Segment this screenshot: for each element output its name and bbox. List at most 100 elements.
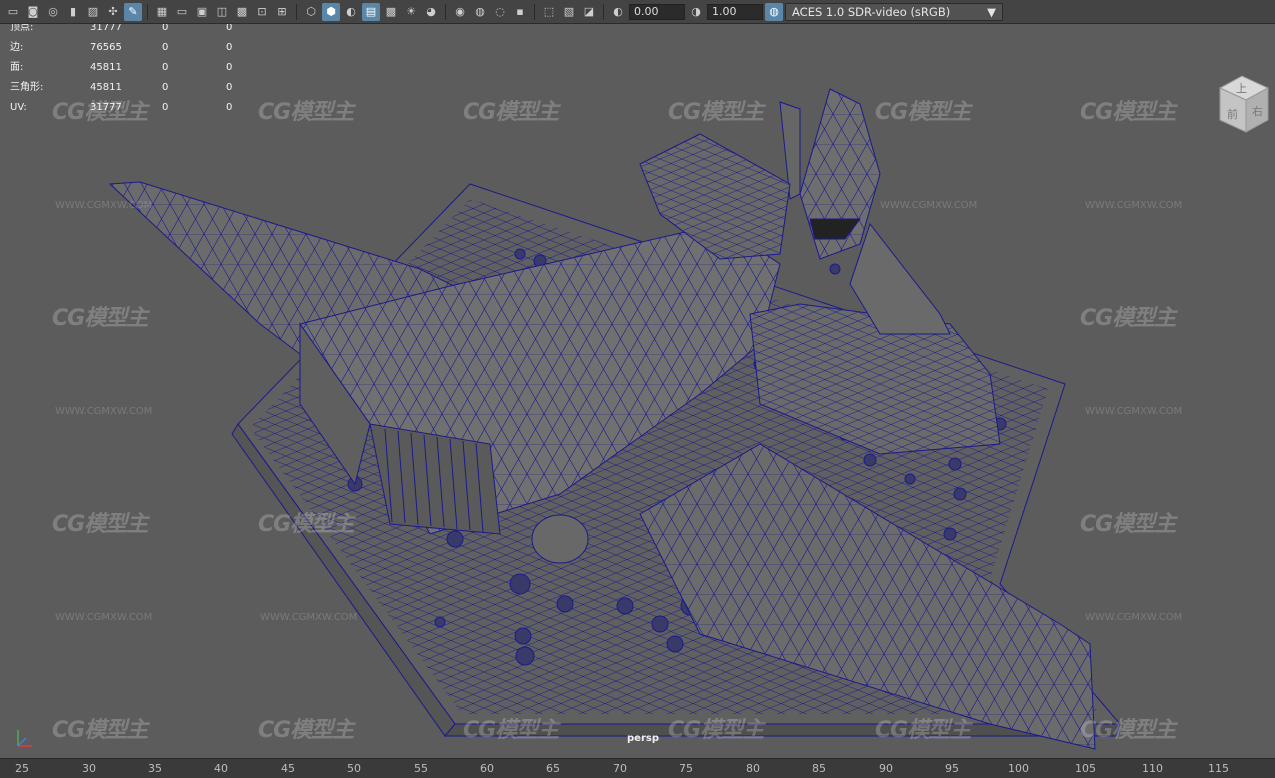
hud-value: 0 [226,62,233,73]
xray-active-icon[interactable]: ◪ [580,3,598,21]
hud-value: 0 [226,102,233,113]
poly-count-hud: 顶点: 31777 0 0 边: 76565 0 0 面: 45811 0 0 … [10,24,266,118]
gamma-field[interactable]: 1.00 [707,3,763,20]
camera-select-icon[interactable]: ▭ [4,3,22,21]
film-gate-icon[interactable]: ▭ [173,3,191,21]
field-chart-icon[interactable]: ▩ [233,3,251,21]
hud-value: 0 [162,42,169,53]
3d-viewport[interactable]: CG模型主 CG模型主 CG模型主 CG模型主 CG模型主 CG模型主 CG模型… [0,24,1275,758]
watermark-logo: CG模型主 [668,100,764,125]
watermark-logo: CG模型主 [875,100,971,125]
xray-joints-icon[interactable]: ▧ [560,3,578,21]
grid-icon[interactable]: ▦ [153,3,171,21]
frame-tick: 115 [1208,762,1229,775]
ambient-occlusion-icon[interactable]: ◕ [422,3,440,21]
frame-tick: 95 [945,762,959,775]
shadows-icon[interactable]: ☀ [402,3,420,21]
textured-icon[interactable]: ▤ [362,2,380,21]
watermark-url: WWW.CGMXW.COM [55,406,153,417]
toolbar-divider [534,3,535,20]
viewcube-right-label: 右 [1252,104,1263,118]
frame-tick: 50 [347,762,361,775]
hud-value: 45811 [90,62,122,73]
exposure-icon[interactable]: ◐ [609,3,627,21]
frame-tick: 55 [414,762,428,775]
watermark-logo: CG模型主 [463,718,559,743]
grid-2d-icon[interactable]: ✣ [104,3,122,21]
colorspace-dropdown[interactable]: ACES 1.0 SDR-video (sRGB) ▼ [785,2,1003,21]
hud-label: UV: [10,102,27,113]
hud-row-edges: 边: 76565 0 0 [10,38,266,58]
watermark-url: WWW.CGMXW.COM [1085,200,1183,211]
camera-attributes-icon[interactable]: ◎ [44,3,62,21]
safe-title-icon[interactable]: ⊞ [273,3,291,21]
wireframe-icon[interactable]: ⬡ [302,3,320,21]
watermark-logo: CG模型主 [52,306,148,331]
grease-pencil-icon[interactable]: ✎ [124,2,142,21]
chevron-down-icon: ▼ [987,4,996,19]
hud-value: 31777 [90,102,122,113]
viewcube-front-label: 前 [1227,107,1238,121]
frame-tick: 65 [546,762,560,775]
hud-value: 31777 [90,24,122,33]
hud-value: 0 [162,102,169,113]
hud-label: 边: [10,42,24,53]
viewcube-top-label: 上 [1236,82,1247,95]
watermark-logo: CG模型主 [1080,512,1176,537]
bookmark-icon[interactable]: ▮ [64,3,82,21]
model-wireframe-render [108,88,1122,750]
smooth-shade-icon[interactable]: ⬢ [322,2,340,21]
hud-label: 顶点: [10,24,34,33]
xray-icon[interactable]: ⬚ [540,3,558,21]
hud-label: 三角形: [10,82,44,93]
axis-gizmo-icon [10,724,40,758]
frame-tick: 85 [812,762,826,775]
watermark-logo: CG模型主 [258,512,354,537]
toolbar-divider [445,3,446,20]
gate-mask-icon[interactable]: ◫ [213,3,231,21]
watermark-url: WWW.CGMXW.COM [1085,612,1183,623]
watermark-logo: CG模型主 [463,100,559,125]
use-lights-icon[interactable]: ▩ [382,3,400,21]
watermark-url: WWW.CGMXW.COM [55,200,153,211]
hud-value: 45811 [90,82,122,93]
camera-label: persp [627,733,659,744]
hud-value: 0 [162,24,169,33]
watermark-logo: CG模型主 [52,718,148,743]
watermark-url: WWW.CGMXW.COM [880,200,978,211]
anti-alias-icon[interactable]: ◍ [471,3,489,21]
frame-tick: 100 [1008,762,1029,775]
hud-value: 0 [162,82,169,93]
image-plane-icon[interactable]: ▨ [84,3,102,21]
frame-tick: 80 [746,762,760,775]
frame-tick: 60 [480,762,494,775]
isolate-select-icon[interactable]: ▪ [511,3,529,21]
time-slider[interactable]: 25 30 35 40 45 50 55 60 65 70 75 80 85 9… [0,758,1275,778]
frame-tick: 45 [281,762,295,775]
hud-row-uvs: UV: 31777 0 0 [10,98,266,118]
camera-lock-icon[interactable]: ◙ [24,3,42,21]
watermark-logo: CG模型主 [1080,306,1176,331]
color-management-icon[interactable]: ◍ [765,2,783,21]
frame-tick: 105 [1075,762,1096,775]
hud-value: 76565 [90,42,122,53]
gamma-icon[interactable]: ◑ [687,3,705,21]
watermark-logo: CG模型主 [258,100,354,125]
motion-blur-icon[interactable]: ◉ [451,3,469,21]
watermark-logo: CG模型主 [875,718,971,743]
frame-tick: 75 [679,762,693,775]
resolution-gate-icon[interactable]: ▣ [193,3,211,21]
depth-of-field-icon[interactable]: ◌ [491,3,509,21]
toolbar-divider [296,3,297,20]
shade-wireframe-icon[interactable]: ◐ [342,3,360,21]
hud-value: 0 [162,62,169,73]
watermark-logo: CG模型主 [668,718,764,743]
watermark-logo: CG模型主 [52,512,148,537]
watermark-url: WWW.CGMXW.COM [260,612,358,623]
frame-tick: 90 [879,762,893,775]
viewcube[interactable]: 上 前 右 [1212,70,1272,144]
hud-row-faces: 面: 45811 0 0 [10,58,266,78]
safe-action-icon[interactable]: ⊡ [253,3,271,21]
exposure-field[interactable]: 0.00 [629,3,685,20]
frame-tick: 110 [1142,762,1163,775]
